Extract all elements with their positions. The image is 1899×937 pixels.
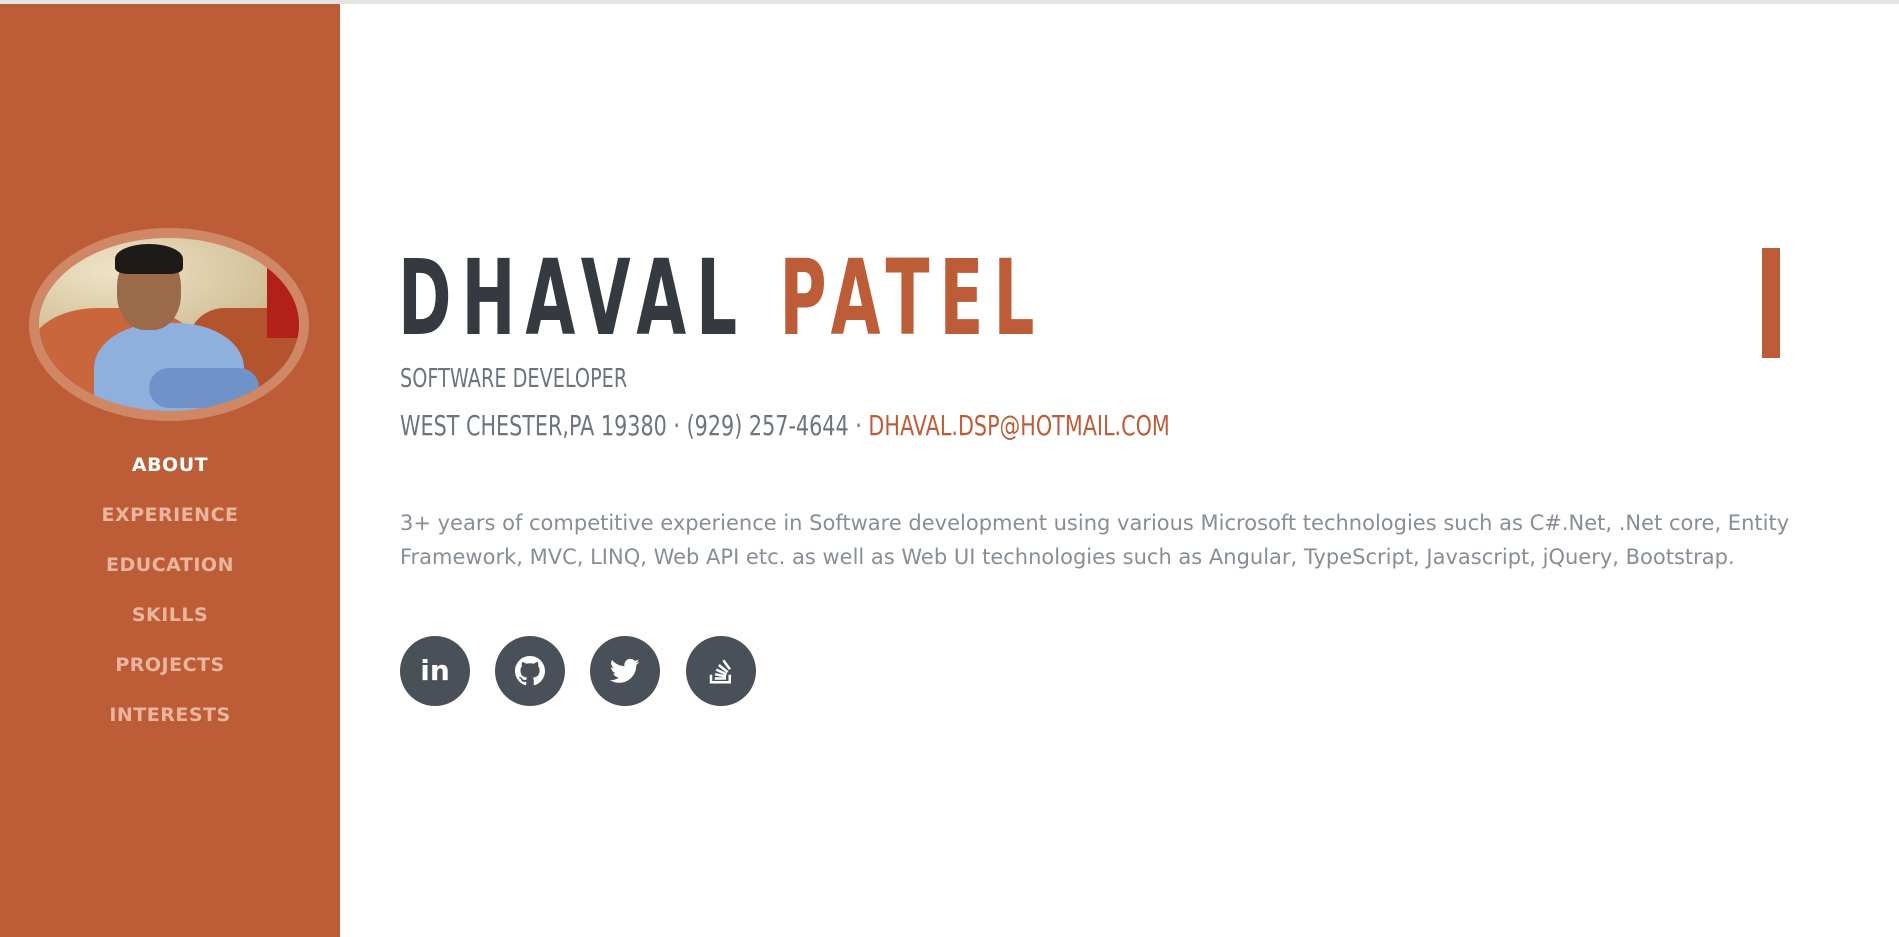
summary-text: 3+ years of competitive experience in So… bbox=[400, 511, 1790, 569]
nav-item-education[interactable]: EDUCATION bbox=[0, 550, 340, 600]
stackoverflow-button[interactable] bbox=[686, 636, 756, 706]
nav-item-experience[interactable]: EXPERIENCE bbox=[0, 500, 340, 550]
photo-person-hair bbox=[115, 244, 183, 274]
nav-item-skills[interactable]: SKILLS bbox=[0, 600, 340, 650]
last-name: PATEL bbox=[779, 237, 1045, 359]
nav-item-projects[interactable]: PROJECTS bbox=[0, 650, 340, 700]
nav-item-about[interactable]: ABOUT bbox=[0, 450, 340, 500]
sidebar-nav: ABOUT EXPERIENCE EDUCATION SKILLS PROJEC… bbox=[0, 450, 340, 750]
linkedin-icon: in bbox=[420, 654, 450, 687]
email-link[interactable]: dhaval.dsp@hotmail.com bbox=[868, 409, 1169, 442]
job-title: Software Developer bbox=[400, 364, 628, 394]
page-title: DHAVAL PATEL bbox=[398, 238, 1044, 358]
photo-lamp bbox=[267, 268, 299, 338]
address-phone: West Chester,PA 19380 · (929) 257-4644 · bbox=[400, 409, 862, 442]
linkedin-button[interactable]: in bbox=[400, 636, 470, 706]
github-icon bbox=[515, 656, 545, 686]
twitter-button[interactable] bbox=[590, 636, 660, 706]
profile-photo bbox=[29, 228, 309, 421]
profile-photo-image bbox=[39, 238, 299, 411]
github-button[interactable] bbox=[495, 636, 565, 706]
nav-item-interests[interactable]: INTERESTS bbox=[0, 700, 340, 750]
twitter-icon bbox=[610, 658, 640, 683]
sidebar: ABOUT EXPERIENCE EDUCATION SKILLS PROJEC… bbox=[0, 4, 340, 937]
photo-person-arm bbox=[149, 368, 259, 408]
accent-bar bbox=[1762, 248, 1780, 358]
stackoverflow-icon bbox=[709, 659, 731, 684]
first-name: DHAVAL bbox=[398, 237, 748, 359]
contact-line: West Chester,PA 19380 · (929) 257-4644 ·… bbox=[400, 409, 1170, 442]
